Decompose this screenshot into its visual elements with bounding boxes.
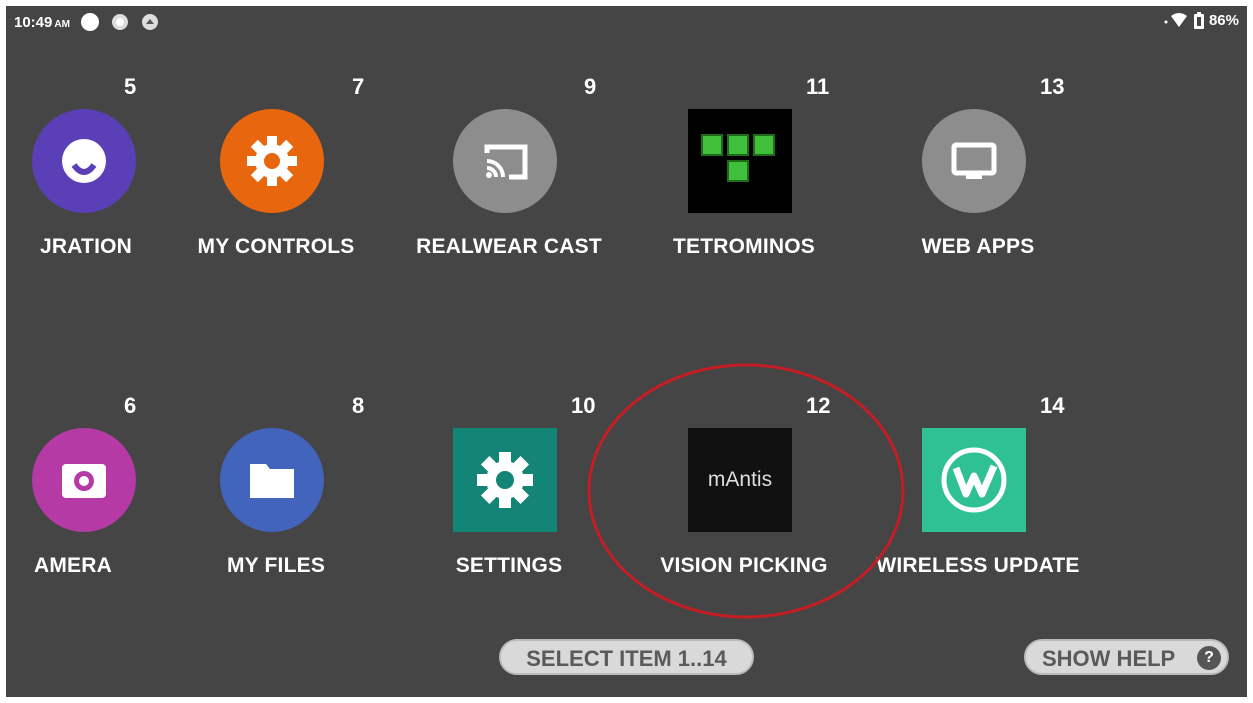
app-label: MY CONTROLS bbox=[197, 235, 355, 258]
app-tile-settings[interactable]: 10 SETTINGS bbox=[399, 393, 619, 633]
item-number: 5 bbox=[124, 74, 137, 99]
app-tile-configuration[interactable]: 5 JRATION bbox=[6, 74, 172, 314]
app-label: JRATION bbox=[39, 235, 132, 258]
app-label: WIRELESS UPDATE bbox=[876, 554, 1080, 577]
launcher-screen: 10:49 AM 86% 5 JRATION 6 AMERA 7 MY CONT… bbox=[6, 6, 1247, 697]
status-bar-left: 10:49 AM bbox=[14, 12, 160, 32]
folder-icon bbox=[220, 428, 324, 532]
logo-text: mAntis bbox=[707, 468, 773, 491]
configuration-icon bbox=[32, 109, 136, 213]
wireless-update-icon bbox=[922, 428, 1026, 532]
item-number: 8 bbox=[352, 393, 365, 418]
item-number: 6 bbox=[124, 393, 137, 418]
mantis-logo-icon: mAntis bbox=[688, 428, 792, 532]
item-number: 10 bbox=[571, 393, 596, 418]
app-tile-web-apps[interactable]: 13 WEB APPS bbox=[868, 74, 1088, 314]
show-help-button[interactable]: SHOW HELP ? bbox=[1024, 639, 1229, 675]
app-label: WEB APPS bbox=[921, 235, 1035, 258]
item-number: 7 bbox=[352, 74, 365, 99]
app-label: AMERA bbox=[34, 554, 112, 577]
app-tile-tetrominos[interactable]: 11 TETROMINOS bbox=[634, 74, 854, 314]
monitor-icon bbox=[922, 109, 1026, 213]
app-label: REALWEAR CAST bbox=[416, 235, 602, 258]
item-number: 12 bbox=[806, 393, 831, 418]
app-label: SETTINGS bbox=[455, 554, 563, 577]
app-tile-my-files[interactable]: 8 MY FILES bbox=[166, 393, 386, 633]
app-tile-wireless-update[interactable]: 14 WIRELESS UPDATE bbox=[868, 393, 1088, 633]
status-bar-right: 86% bbox=[1163, 12, 1239, 29]
help-icon: ? bbox=[1197, 646, 1221, 670]
app-tile-camera[interactable]: 6 AMERA bbox=[6, 393, 172, 633]
notification-dot-icon bbox=[80, 13, 99, 31]
select-item-label: SELECT ITEM 1..14 bbox=[526, 646, 727, 671]
record-icon bbox=[111, 14, 128, 30]
camera-icon bbox=[32, 428, 136, 532]
app-label: TETROMINOS bbox=[673, 235, 815, 258]
select-item-button[interactable]: SELECT ITEM 1..14 bbox=[499, 639, 754, 675]
battery-icon bbox=[1193, 12, 1204, 29]
cloud-sync-icon bbox=[141, 14, 158, 30]
app-tile-vision-picking[interactable]: 12 mAntis VISION PICKING bbox=[634, 393, 854, 633]
wifi-icon bbox=[1164, 12, 1187, 27]
tetrominos-icon bbox=[688, 109, 792, 213]
show-help-label: SHOW HELP bbox=[1042, 646, 1176, 671]
settings-gear-icon bbox=[453, 428, 557, 532]
cast-icon bbox=[453, 109, 557, 213]
gear-icon bbox=[220, 109, 324, 213]
app-label: VISION PICKING bbox=[660, 554, 828, 577]
item-number: 9 bbox=[584, 74, 597, 99]
item-number: 14 bbox=[1040, 393, 1065, 418]
app-tile-my-controls[interactable]: 7 MY CONTROLS bbox=[166, 74, 386, 314]
item-number: 11 bbox=[806, 74, 830, 99]
battery-level: 86% bbox=[1208, 12, 1239, 29]
item-number: 13 bbox=[1040, 74, 1065, 99]
app-label: MY FILES bbox=[226, 554, 326, 577]
clock: 10:49 AM bbox=[14, 13, 70, 31]
app-tile-realwear-cast[interactable]: 9 REALWEAR CAST bbox=[399, 74, 619, 314]
